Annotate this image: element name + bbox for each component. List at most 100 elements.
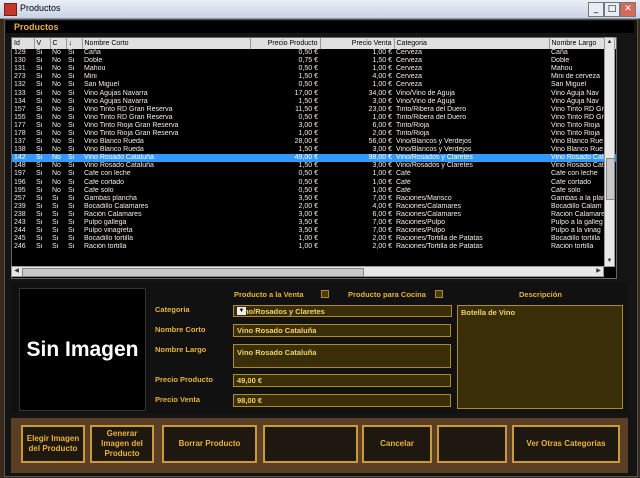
table-row[interactable]: 195 Si No Si Cafe solo 0,50 €1,00 € Café Cafe s… — [12, 186, 616, 195]
table-cell: Bocadillo Calamares — [84, 202, 149, 210]
table-cell: Si — [36, 202, 43, 210]
table-cell: 1,50 € — [298, 73, 318, 81]
descripcion-field[interactable]: Botella de Vino — [457, 305, 623, 409]
scroll-down-icon[interactable]: ▼ — [605, 257, 614, 266]
column-header[interactable]: Precio Producto — [250, 38, 321, 49]
table-row[interactable]: 239 Si Si Si Bocadillo Calamares 2,00 € 4,00 €… — [12, 202, 616, 211]
scroll-left-icon[interactable]: ◀ — [12, 267, 21, 276]
table-cell: 1,50 € — [372, 57, 392, 65]
table-cell: 23,00 € — [368, 105, 392, 113]
precio-venta-field[interactable]: 98,00 € — [233, 394, 451, 407]
chevron-down-icon[interactable]: ▼ — [237, 307, 246, 315]
table-row[interactable]: 177 Si No Si Vino Tinto Rioja Gran Reserva 3,… — [12, 122, 616, 130]
column-header[interactable]: V — [34, 38, 51, 49]
table-row[interactable]: 130 Si No Si Doble 0,75 €1,50 € Cerveza Doble — [12, 57, 616, 65]
table-cell: Si — [36, 81, 43, 89]
product-image-placeholder: Sin Imagen — [19, 288, 146, 411]
table-cell: Mahou — [84, 65, 106, 73]
table-cell: Si — [36, 49, 43, 57]
elegir-imagen-button[interactable]: Elegir Imagen del Producto — [21, 425, 85, 463]
table-row[interactable]: 132 Si No Si San Miguel 0,50 €1,00 € Cerveza Sa… — [12, 81, 616, 89]
table-cell: 1,00 € — [372, 186, 392, 194]
table-row[interactable]: 257 Si Si Si Gambas plancha 3,50 € 7,00 € Racio… — [12, 194, 616, 203]
table-row[interactable]: 245 Si Si Si Bocadillo tortilla 1,00 € 2,00 € R… — [12, 235, 616, 243]
table-cell: Si — [52, 202, 59, 210]
table-cell: 7,00 € — [372, 219, 392, 227]
generar-imagen-button[interactable]: Generar Imagen del Producto — [90, 425, 154, 463]
table-cell: 131 — [14, 65, 26, 73]
ver-otras-categorias-button[interactable]: Ver Otras Categorias — [512, 425, 620, 463]
table-cell: Pulpo vinagreta — [84, 227, 133, 235]
table-row[interactable]: 244 Si Si Si Pulpo vinagreta 3,50 € 7,00 € Raci… — [12, 227, 616, 235]
table-cell: Si — [68, 105, 75, 113]
table-row[interactable]: 142 Si No Si Vino Rosado Cataluña 49,00 €98,0… — [12, 154, 616, 163]
column-header[interactable]: C — [50, 38, 67, 49]
blank-button-1[interactable] — [263, 425, 358, 463]
table-cell: 0,50 € — [298, 170, 318, 178]
table-cell: 1,00 € — [298, 129, 318, 137]
table-row[interactable]: 243 Si Si Si Pulpo gallega 3,50 € 7,00 € Racion… — [12, 219, 616, 227]
cancelar-button[interactable]: Cancelar — [362, 425, 432, 463]
table-cell: Mini — [84, 73, 97, 81]
blank-button-2[interactable] — [437, 425, 507, 463]
table-row[interactable]: 129 Si No Si Caña 0,50 €1,00 € Cerveza Caña — [12, 49, 616, 57]
table-cell: 2,00 € — [372, 235, 392, 243]
table-cell: 0,50 € — [298, 49, 318, 57]
table-cell: Si — [52, 219, 59, 227]
table-row[interactable]: 238 Si Si Si Ración Calamares 3,00 € 6,00 € Rac… — [12, 210, 616, 219]
borrar-producto-button[interactable]: Borrar Producto — [162, 425, 257, 463]
table-cell: 243 — [14, 219, 26, 227]
table-cell: No — [52, 97, 61, 105]
table-cell: 56,00 € — [368, 138, 392, 146]
table-row[interactable]: 155 Si No Si Vino Tinto RD Gran Reserva 0,50 … — [12, 114, 616, 122]
table-cell: Raciones/Calamares — [396, 202, 461, 210]
column-header[interactable]: Id — [12, 38, 35, 49]
precio-producto-field[interactable]: 49,00 € — [233, 374, 451, 387]
vertical-scroll-thumb[interactable] — [606, 158, 615, 200]
table-cell: Si — [68, 186, 75, 194]
table-row[interactable]: 148 Si No Si Vino Rosado Cataluña 1,50 € 3,00 … — [12, 162, 616, 170]
table-row[interactable]: 273 Si No Si Mini 1,50 €4,00 € Cerveza Mini de … — [12, 73, 616, 81]
scroll-right-icon[interactable]: ▶ — [594, 267, 603, 276]
table-cell: 142 — [12, 154, 34, 163]
table-row[interactable]: 197 Si No Si Cafe con leche 0,50 €1,00 € Café C… — [12, 170, 616, 178]
table-row[interactable]: 246 Si Si Si Ración tortilla 1,00 € 2,00 € Raci… — [12, 243, 616, 251]
scroll-up-icon[interactable]: ▲ — [605, 38, 614, 47]
table-row[interactable]: 134 Si No Si Vino Agujas Navarra 1,50 € 3,00 €… — [12, 97, 616, 106]
minimize-button[interactable]: _ — [588, 2, 604, 17]
table-cell: 1,00 € — [372, 170, 392, 178]
horizontal-scrollbar[interactable]: ◀ ▶ — [11, 266, 604, 277]
nombre-corto-value: Vino Rosado Cataluña — [237, 326, 317, 335]
maximize-button[interactable]: □ — [604, 2, 620, 17]
table-cell: 134 — [14, 97, 26, 105]
table-cell: 3,00 € — [298, 210, 318, 218]
table-cell: 3,00 € — [372, 146, 392, 154]
vertical-scrollbar[interactable]: ▲ ▼ — [604, 37, 615, 267]
table-cell: Raciones/Pulpo — [396, 227, 446, 235]
products-grid[interactable]: Id V C ↓ Nombre Corto Precio Producto Precio V… — [11, 37, 617, 279]
column-header[interactable]: Precio Venta — [320, 38, 395, 49]
table-cell: Cerveza — [396, 65, 423, 73]
close-button[interactable]: ✕ — [620, 2, 636, 17]
categoria-select[interactable]: Vino/Rosados y Claretes ▼ — [233, 305, 452, 317]
column-header[interactable]: ↓ — [66, 38, 83, 49]
table-row[interactable]: 133 Si No Si Vino Agujas Navarra 17,00 € 34,00… — [12, 89, 616, 97]
table-row[interactable]: 137 Si No Si Vino Blanco Rueda 28,00 € 56,00 €… — [12, 138, 616, 146]
table-row[interactable]: 157 Si No Si Vino Tinto RD Gran Reserva 11,50… — [12, 105, 616, 114]
table-row[interactable]: 178 Si No Si Vino Tinto Rioja Gran Reserva 1,… — [12, 129, 616, 138]
table-cell: Vino Tinto Rioja Gran Reserva — [84, 129, 179, 137]
table-row[interactable]: 196 Si No Si Cafe cortado 0,50 €1,00 € Café Caf… — [12, 179, 616, 187]
producto-venta-checkbox[interactable] — [321, 290, 329, 298]
table-row[interactable]: 131 Si No Si Mahou 0,50 €1,00 € Cerveza Mahou — [12, 65, 616, 73]
column-header[interactable]: Categoria — [394, 38, 550, 49]
horizontal-scroll-thumb[interactable] — [22, 268, 364, 277]
nombre-corto-field[interactable]: Vino Rosado Cataluña — [233, 324, 451, 337]
producto-cocina-checkbox[interactable] — [435, 290, 443, 298]
table-cell: Si — [36, 210, 43, 218]
table-row[interactable]: 138 Si No Si Vino Blanco Rueda 1,50 € 3,00 € Vi… — [12, 146, 616, 154]
table-cell: 257 — [14, 194, 26, 202]
table-cell: 17,00 € — [294, 89, 318, 97]
nombre-largo-field[interactable]: Vino Rosado Cataluña — [233, 344, 451, 368]
column-header[interactable]: Nombre Corto — [82, 38, 251, 49]
table-cell: 28,00 € — [294, 138, 318, 146]
